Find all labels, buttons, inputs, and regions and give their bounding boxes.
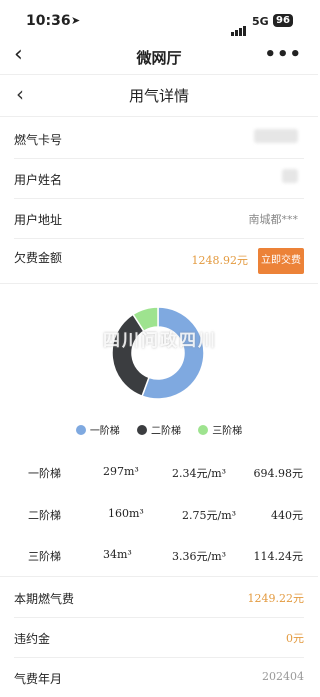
usage-donut-chart xyxy=(108,303,208,403)
arrears-label: 欠费金额 xyxy=(14,251,63,265)
section-divider xyxy=(0,283,318,284)
user-name-value-redacted xyxy=(282,169,298,183)
arrears-amount: 1248.92元 xyxy=(191,254,249,267)
billing-month-label: 气费年月 xyxy=(14,672,63,686)
arrears-row: 欠费金额 1248.92元 立即交费 xyxy=(14,240,304,283)
status-bar: 10:36 ➤ 5G 96 xyxy=(0,0,318,40)
address-row: 用户地址 南城都*** xyxy=(14,198,304,239)
more-dots-icon[interactable]: ••• xyxy=(264,44,302,65)
signal-icon xyxy=(231,17,247,36)
tier-volume: 297m³ xyxy=(103,465,139,478)
tier-volume: 160m³ xyxy=(108,507,144,520)
current-fee-row: 本期燃气费 1249.22元 xyxy=(14,577,304,618)
legend-dot-tier2 xyxy=(137,425,147,435)
penalty-row: 违约金 0元 xyxy=(14,617,304,658)
chart-legend: 一阶梯 二阶梯 三阶梯 xyxy=(0,422,318,440)
legend-dot-tier3 xyxy=(198,425,209,435)
gas-card-value-redacted xyxy=(254,129,298,143)
tier-name: 一阶梯 xyxy=(28,467,61,480)
gas-card-label: 燃气卡号 xyxy=(14,133,63,147)
tier-price: 2.34元/m³ xyxy=(172,467,227,480)
billing-month-value: 202404 xyxy=(262,670,304,683)
tier-volume: 34m³ xyxy=(103,548,132,561)
page-title: 用气详情 xyxy=(128,87,189,105)
location-arrow-icon: ➤ xyxy=(71,14,81,27)
legend-item-tier1[interactable]: 一阶梯 xyxy=(75,422,120,437)
tier-amount: 440元 xyxy=(271,509,303,522)
tier-name: 二阶梯 xyxy=(28,509,61,522)
user-name-label: 用户姓名 xyxy=(14,173,63,187)
legend-label-tier1: 一阶梯 xyxy=(89,426,120,437)
legend-label-tier2: 二阶梯 xyxy=(151,426,181,437)
battery-indicator: 96 xyxy=(273,14,293,27)
watermark-text: 四川问政四川 xyxy=(103,331,217,351)
status-time: 10:36 xyxy=(26,13,71,29)
penalty-label: 违约金 xyxy=(14,632,51,646)
tier-name: 三阶梯 xyxy=(28,550,61,563)
address-value: 南城都*** xyxy=(248,213,299,226)
tier-amount: 694.98元 xyxy=(253,467,304,480)
tier-row: 二阶梯 160m³ 2.75元/m³ 440元 xyxy=(0,507,318,547)
page-header: ‹ 用气详情 xyxy=(0,76,318,117)
tier-price: 2.75元/m³ xyxy=(182,509,237,522)
current-fee-value: 1249.22元 xyxy=(247,592,305,605)
donut-svg xyxy=(111,306,205,400)
legend-item-tier2[interactable]: 二阶梯 xyxy=(137,422,181,437)
legend-label-tier3: 三阶梯 xyxy=(212,426,243,437)
gas-card-row: 燃气卡号 xyxy=(14,118,304,159)
current-fee-label: 本期燃气费 xyxy=(14,592,75,606)
network-type: 5G xyxy=(252,15,269,28)
app-nav-bar: ‹ 微网厅 ••• xyxy=(0,40,318,75)
billing-month-row: 气费年月 202404 xyxy=(14,657,304,697)
pay-now-button[interactable]: 立即交费 xyxy=(258,248,304,274)
penalty-value: 0元 xyxy=(286,632,304,645)
legend-item-tier3[interactable]: 三阶梯 xyxy=(198,422,242,437)
tier-row: 一阶梯 297m³ 2.34元/m³ 694.98元 xyxy=(0,465,318,505)
tier-price: 3.36元/m³ xyxy=(172,550,227,563)
address-label: 用户地址 xyxy=(14,213,63,227)
legend-dot-tier1 xyxy=(75,425,86,435)
user-name-row: 用户姓名 xyxy=(14,158,304,199)
tier-amount: 114.24元 xyxy=(253,550,304,563)
